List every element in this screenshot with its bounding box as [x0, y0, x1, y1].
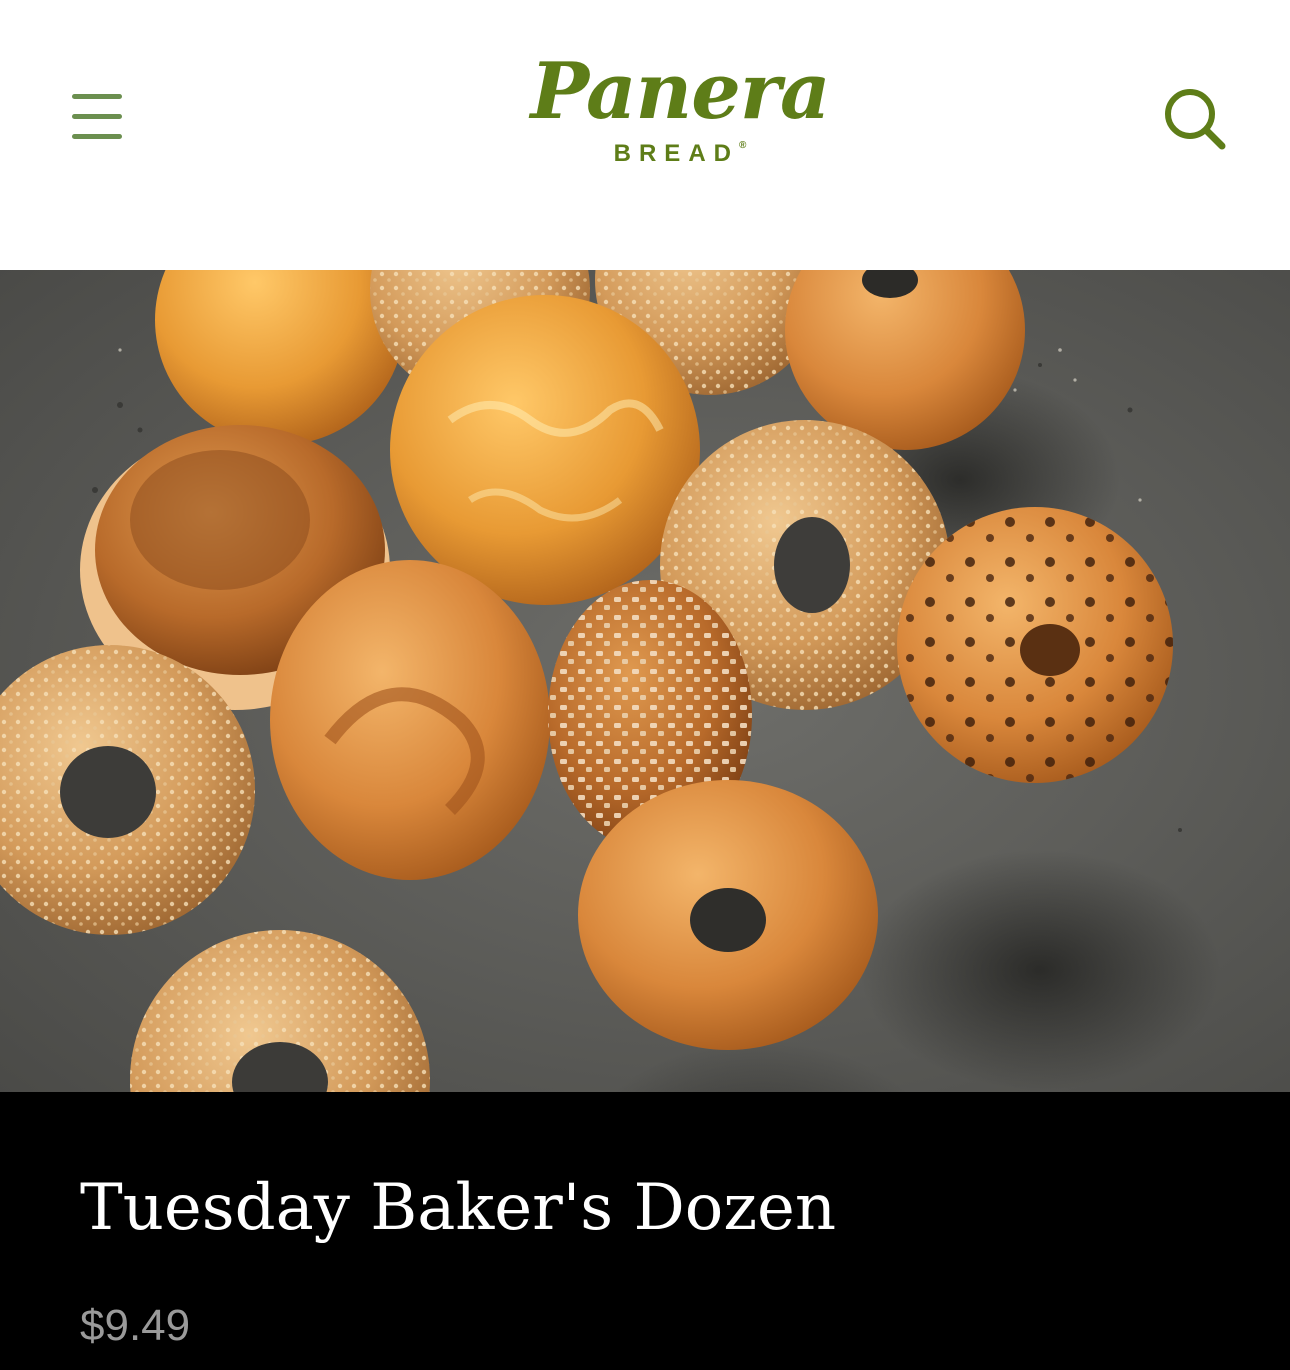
search-icon-graphic [1165, 89, 1226, 150]
bagel [578, 780, 878, 1050]
registered-mark: ® [738, 140, 747, 151]
product-title: Tuesday Baker's Dozen [80, 1171, 837, 1245]
bagels-illustration [0, 270, 1290, 1092]
brand-logo-subtitle: BREAD® [520, 140, 840, 168]
bagel [390, 295, 700, 605]
product-info-panel: Tuesday Baker's Dozen $9.49 [0, 1092, 1290, 1370]
brand-logo-sub-text: BREAD [613, 140, 739, 167]
menu-bar [72, 94, 122, 99]
menu-bar [72, 134, 122, 139]
hamburger-menu-icon[interactable] [64, 86, 128, 146]
page: Panera BREAD® Tuesday Baker's Dozen $9.4… [0, 0, 1290, 1370]
brand-logo-script: Panera [530, 46, 830, 137]
bagel [270, 560, 550, 880]
search-icon[interactable] [1160, 84, 1230, 154]
product-hero-image [0, 270, 1290, 1092]
menu-bar [72, 114, 122, 119]
bagel [897, 507, 1173, 783]
brand-logo[interactable]: Panera BREAD® [520, 48, 840, 183]
product-price: $9.49 [80, 1301, 191, 1350]
app-header: Panera BREAD® [0, 0, 1290, 270]
bagel-shadow [860, 850, 1220, 1090]
